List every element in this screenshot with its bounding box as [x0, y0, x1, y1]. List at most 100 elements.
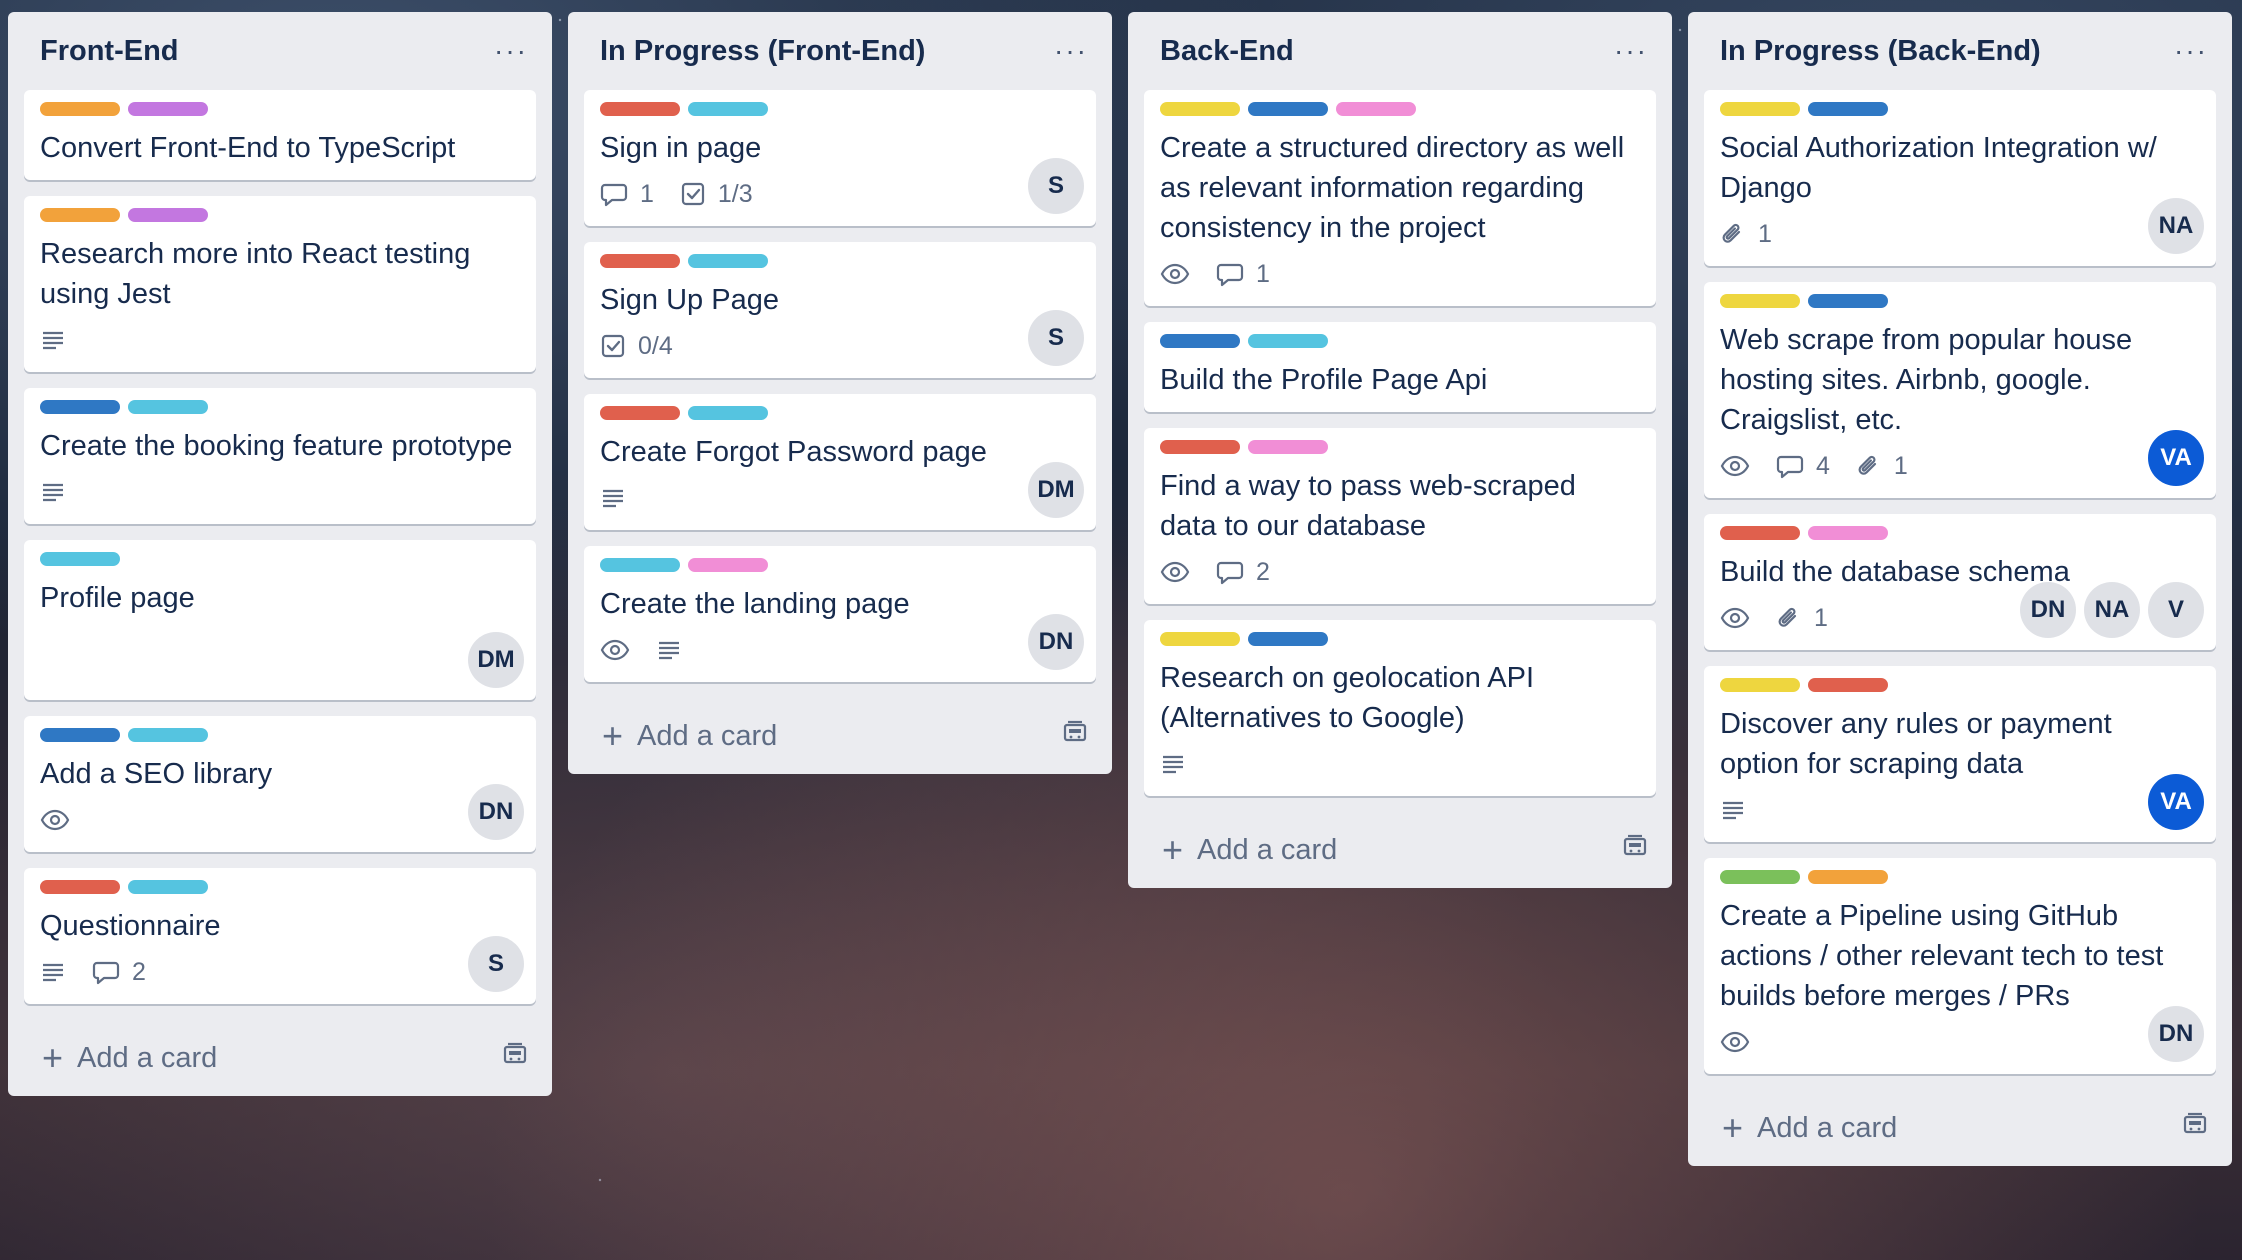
sky-label[interactable] [688, 406, 768, 420]
card[interactable]: Find a way to pass web-scraped data to o… [1144, 428, 1656, 604]
card[interactable]: Questionnaire 2 S [24, 868, 536, 1004]
card-members: NA [2148, 198, 2204, 254]
avatar[interactable]: NA [2148, 198, 2204, 254]
card[interactable]: Convert Front-End to TypeScript [24, 90, 536, 180]
blue-label[interactable] [1248, 102, 1328, 116]
red-label[interactable] [1808, 678, 1888, 692]
yellow-label[interactable] [1160, 632, 1240, 646]
sky-label[interactable] [128, 728, 208, 742]
yellow-label[interactable] [1720, 102, 1800, 116]
sky-label[interactable] [600, 558, 680, 572]
card-labels [40, 552, 520, 566]
card[interactable]: Create the landing page DN [584, 546, 1096, 682]
green-label[interactable] [1720, 870, 1800, 884]
card[interactable]: Build the Profile Page Api [1144, 322, 1656, 412]
blue-label[interactable] [1808, 294, 1888, 308]
orange-label[interactable] [40, 208, 120, 222]
sky-label[interactable] [128, 400, 208, 414]
card-template-icon[interactable] [1622, 833, 1648, 867]
blue-label[interactable] [1248, 632, 1328, 646]
list-menu-icon[interactable]: ··· [1614, 37, 1656, 65]
card-template-icon[interactable] [1062, 719, 1088, 753]
red-label[interactable] [40, 880, 120, 894]
sky-label[interactable] [40, 552, 120, 566]
card[interactable]: Create a Pipeline using GitHub actions /… [1704, 858, 2216, 1074]
badge-count: 1 [1893, 451, 1908, 480]
purple-label[interactable] [128, 208, 208, 222]
sky-label[interactable] [128, 880, 208, 894]
card[interactable]: Web scrape from popular house hosting si… [1704, 282, 2216, 498]
list-title[interactable]: In Progress (Back-End) [1720, 35, 2041, 68]
red-label[interactable] [1160, 440, 1240, 454]
sky-label[interactable] [688, 102, 768, 116]
card[interactable]: Create Forgot Password page DM [584, 394, 1096, 530]
card[interactable]: Sign Up Page 0/4 S [584, 242, 1096, 378]
avatar[interactable]: V [2148, 582, 2204, 638]
card[interactable]: Create the booking feature prototype [24, 388, 536, 524]
sky-label[interactable] [1248, 334, 1328, 348]
avatar[interactable]: S [1028, 310, 1084, 366]
avatar[interactable]: S [468, 936, 524, 992]
purple-label[interactable] [128, 102, 208, 116]
card-template-icon[interactable] [2182, 1111, 2208, 1145]
list-title[interactable]: In Progress (Front-End) [600, 35, 925, 68]
add-card-button[interactable]: + Add a card [1704, 1090, 2216, 1166]
avatar[interactable]: DM [468, 632, 524, 688]
orange-label[interactable] [1808, 870, 1888, 884]
card[interactable]: Profile page DM [24, 540, 536, 700]
pink-label[interactable] [1808, 526, 1888, 540]
red-label[interactable] [600, 102, 680, 116]
card-template-icon[interactable] [502, 1041, 528, 1075]
avatar[interactable]: DN [2148, 1006, 2204, 1062]
avatar[interactable]: DN [1028, 614, 1084, 670]
card[interactable]: Research more into React testing using J… [24, 196, 536, 372]
avatar[interactable]: DN [2020, 582, 2076, 638]
avatar[interactable]: VA [2148, 430, 2204, 486]
list-menu-icon[interactable]: ··· [2174, 37, 2216, 65]
pink-label[interactable] [1336, 102, 1416, 116]
yellow-label[interactable] [1160, 102, 1240, 116]
comment-badge: 1 [1216, 260, 1270, 289]
avatar[interactable]: NA [2084, 582, 2140, 638]
avatar[interactable]: DN [468, 784, 524, 840]
list-title[interactable]: Front-End [40, 35, 179, 68]
blue-label[interactable] [40, 400, 120, 414]
list-title[interactable]: Back-End [1160, 35, 1294, 68]
card[interactable]: Add a SEO library DN [24, 716, 536, 852]
pink-label[interactable] [688, 558, 768, 572]
list-front-end: Front-End ··· Convert Front-End to TypeS… [8, 12, 552, 1096]
sky-label[interactable] [688, 254, 768, 268]
blue-label[interactable] [1160, 334, 1240, 348]
add-card-button[interactable]: + Add a card [584, 698, 1096, 774]
card-title: Sign Up Page [600, 284, 779, 316]
pink-label[interactable] [1248, 440, 1328, 454]
card-members: DN [2148, 1006, 2204, 1062]
avatar[interactable]: VA [2148, 774, 2204, 830]
avatar[interactable]: S [1028, 158, 1084, 214]
yellow-label[interactable] [1720, 294, 1800, 308]
attachment-icon [1720, 221, 1746, 247]
red-label[interactable] [1720, 526, 1800, 540]
badge-count: 2 [1256, 557, 1270, 586]
card[interactable]: Build the database schema 1 DN NA V [1704, 514, 2216, 650]
list-menu-icon[interactable]: ··· [494, 37, 536, 65]
avatar[interactable]: DM [1028, 462, 1084, 518]
card[interactable]: Research on geolocation API (Alternative… [1144, 620, 1656, 796]
red-label[interactable] [600, 406, 680, 420]
description-icon [1720, 797, 1746, 823]
card[interactable]: Sign in page 1 1/3 S [584, 90, 1096, 226]
blue-label[interactable] [40, 728, 120, 742]
card[interactable]: Social Authorization Integration w/ Djan… [1704, 90, 2216, 266]
add-card-button[interactable]: + Add a card [1144, 812, 1656, 888]
yellow-label[interactable] [1720, 678, 1800, 692]
list-menu-icon[interactable]: ··· [1054, 37, 1096, 65]
blue-label[interactable] [1808, 102, 1888, 116]
card-badges [40, 320, 520, 360]
card-labels [40, 400, 520, 414]
add-card-button[interactable]: + Add a card [24, 1020, 536, 1096]
orange-label[interactable] [40, 102, 120, 116]
red-label[interactable] [600, 254, 680, 268]
card[interactable]: Discover any rules or payment option for… [1704, 666, 2216, 842]
card[interactable]: Create a structured directory as well as… [1144, 90, 1656, 306]
card-title: Research on geolocation API (Alternative… [1160, 662, 1535, 734]
